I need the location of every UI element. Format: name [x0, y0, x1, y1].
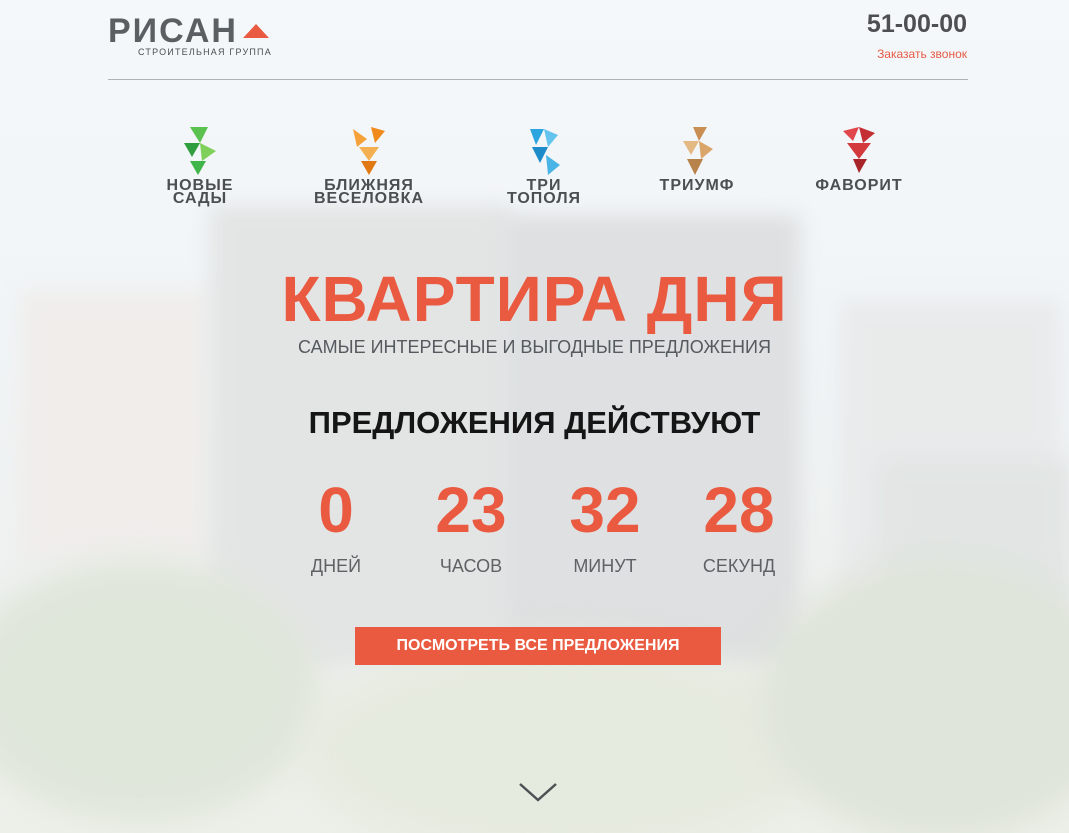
risan-logo[interactable]: РИСАН СТРОИТЕЛЬНАЯ ГРУППА — [108, 14, 283, 57]
project-name: ТРИУМФ — [659, 177, 735, 194]
project-name: БЛИЖНЯЯ ВЕСЕЛОВКА — [314, 177, 424, 207]
view-all-offers-button[interactable]: ПОСМОТРЕТЬ ВСЕ ПРЕДЛОЖЕНИЯ — [355, 627, 721, 665]
project-novye-sady[interactable]: НОВЫЕ САДЫ — [155, 125, 245, 207]
project-blizhnyaya-veselovka[interactable]: БЛИЖНЯЯ ВЕСЕЛОВКА — [292, 125, 446, 207]
blizhnyaya-veselovka-logo-icon — [353, 127, 385, 175]
triumf-logo-icon — [683, 127, 713, 175]
phone-number[interactable]: 51-00-00 — [867, 10, 967, 39]
countdown-value: 28 — [703, 474, 775, 546]
projects-row: НОВЫЕ САДЫ БЛИЖНЯЯ ВЕСЕЛОВКА ТРИ ТОПОЛЯ … — [0, 125, 1069, 215]
countdown-value: 0 — [318, 474, 354, 546]
page-subtitle: САМЫЕ ИНТЕРЕСНЫЕ И ВЫГОДНЫЕ ПРЕДЛОЖЕНИЯ — [298, 337, 771, 357]
countdown-minutes: 32 МИНУТ — [540, 474, 670, 577]
countdown-label: ДНЕЙ — [310, 556, 362, 576]
novye-sady-logo-icon — [184, 127, 216, 175]
project-name: ФАВОРИТ — [815, 177, 903, 194]
favorit-logo-icon — [843, 127, 875, 173]
project-triumf[interactable]: ТРИУМФ — [642, 125, 752, 194]
chevron-down-icon[interactable] — [517, 776, 559, 806]
callback-link[interactable]: Заказать звонок — [877, 47, 967, 61]
tri-topolya-logo-icon — [530, 129, 560, 175]
countdown-label: СЕКУНД — [702, 556, 776, 576]
countdown-label: МИНУТ — [573, 556, 637, 576]
header-divider — [108, 79, 968, 80]
logo-subtitle: СТРОИТЕЛЬНАЯ ГРУППА — [138, 47, 272, 57]
page-title: КВАРТИРА ДНЯ — [281, 263, 788, 335]
project-name: НОВЫЕ САДЫ — [166, 177, 234, 207]
offers-valid-heading: ПРЕДЛОЖЕНИЯ ДЕЙСТВУЮТ — [308, 405, 761, 440]
logo-triangle-icon — [243, 24, 269, 38]
countdown-label: ЧАСОВ — [439, 556, 503, 576]
project-tri-topolya[interactable]: ТРИ ТОПОЛЯ — [493, 125, 595, 207]
project-name: ТРИ ТОПОЛЯ — [506, 177, 582, 207]
project-favorit[interactable]: ФАВОРИТ — [799, 125, 919, 194]
countdown-value: 32 — [569, 474, 641, 546]
countdown-hours: 23 ЧАСОВ — [406, 474, 536, 577]
countdown-seconds: 28 СЕКУНД — [674, 474, 804, 577]
countdown-value: 23 — [435, 474, 507, 546]
countdown-days: 0 ДНЕЙ — [271, 474, 401, 577]
